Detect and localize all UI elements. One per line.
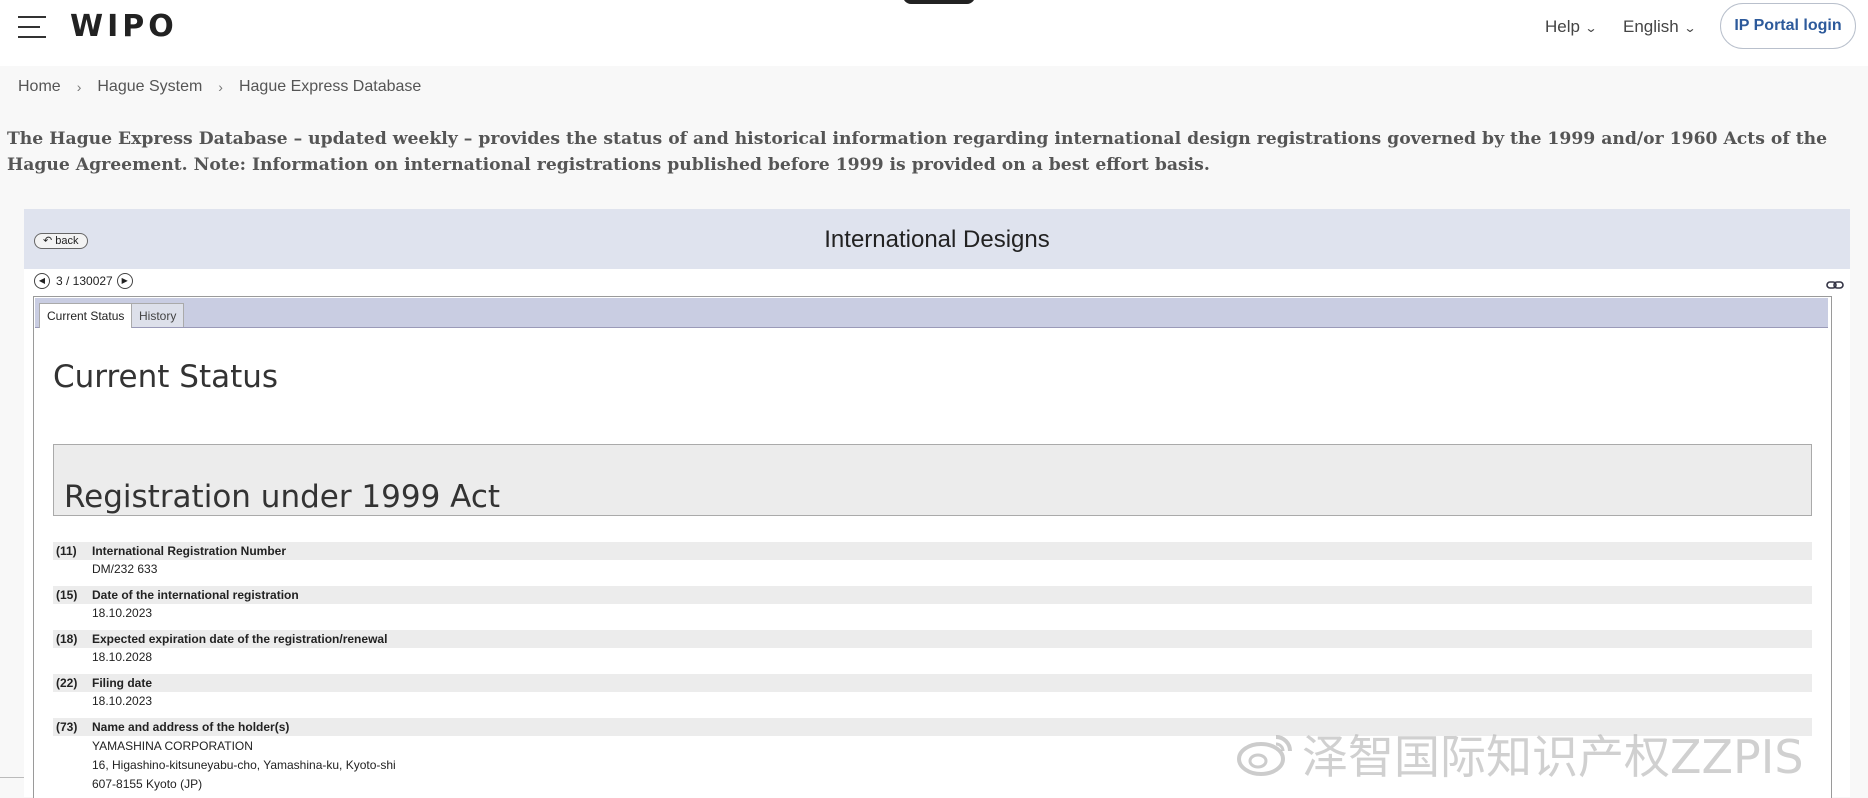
field-label: Name and address of the holder(s) — [92, 720, 290, 734]
field-filing-date: (22) Filing date 18.10.2023 — [53, 674, 1812, 718]
next-arrow-icon[interactable]: ▶ — [116, 273, 133, 289]
camera-notch — [903, 0, 975, 4]
intro-text: The Hague Express Database – updated wee… — [7, 129, 1828, 175]
field-expiration-date: (18) Expected expiration date of the regi… — [53, 630, 1812, 674]
language-dropdown[interactable]: English ⌄ — [1623, 17, 1697, 37]
field-value: 18.10.2023 — [92, 694, 153, 708]
section-heading: Current Status — [53, 359, 279, 395]
field-registration-number: (11) International Registration Number DM… — [53, 542, 1812, 586]
ip-portal-login-button[interactable]: IP Portal login — [1720, 3, 1856, 49]
breadcrumb-hague-system[interactable]: Hague System — [97, 78, 202, 95]
chevron-down-icon: ⌄ — [1683, 21, 1697, 35]
help-dropdown[interactable]: Help ⌄ — [1545, 17, 1598, 37]
holder-city: 607-8155 Kyoto (JP) — [92, 777, 203, 791]
field-value: DM/232 633 — [92, 562, 158, 576]
holder-street: 16, Higashino-kitsuneyabu-cho, Yamashina… — [92, 758, 396, 772]
field-value: 18.10.2028 — [92, 650, 153, 664]
record-pager: ◀ 3 / 130027 ▶ — [34, 273, 133, 291]
tab-history[interactable]: History — [131, 303, 185, 327]
wipo-logo[interactable]: WIPO — [70, 9, 178, 44]
holder-address: YAMASHINA CORPORATION 16, Higashino-kits… — [53, 736, 1812, 794]
divider — [0, 777, 24, 778]
field-code: (15) — [56, 588, 78, 602]
hamburger-icon[interactable] — [18, 16, 46, 38]
panel-title: International Designs — [824, 226, 1050, 253]
language-label: English — [1623, 17, 1679, 36]
chevron-right-icon: › — [76, 79, 82, 95]
tab-current-status[interactable]: Current Status — [39, 303, 133, 328]
chevron-right-icon: › — [218, 79, 223, 95]
breadcrumb-home[interactable]: Home — [18, 78, 61, 95]
field-code: (73) — [56, 720, 78, 734]
breadcrumb: Home › Hague System › Hague Express Database — [18, 78, 421, 96]
field-label: International Registration Number — [92, 544, 287, 558]
field-label: Expected expiration date of the registra… — [92, 632, 388, 646]
help-label: Help — [1545, 17, 1580, 36]
link-icon[interactable] — [1826, 280, 1844, 290]
chevron-down-icon: ⌄ — [1584, 21, 1598, 35]
field-code: (18) — [56, 632, 78, 646]
prev-arrow-icon[interactable]: ◀ — [34, 273, 50, 289]
field-registration-date: (15) Date of the international registrati… — [53, 586, 1812, 630]
field-label: Date of the international registration — [92, 588, 299, 602]
field-label: Filing date — [92, 676, 152, 690]
field-holder: (73) Name and address of the holder(s) YA… — [53, 718, 1812, 794]
record-detail: Current Status History Current Status Re… — [33, 296, 1832, 798]
breadcrumb-current: Hague Express Database — [238, 78, 422, 95]
holder-name: YAMASHINA CORPORATION — [92, 739, 253, 753]
field-list: (11) International Registration Number DM… — [53, 542, 1812, 794]
top-navigation: WIPO Help ⌄ English ⌄ IP Portal login — [0, 0, 1868, 66]
field-code: (22) — [56, 676, 78, 690]
field-value: 18.10.2023 — [92, 606, 153, 620]
act-heading: Registration under 1999 Act — [64, 479, 501, 515]
field-code: (11) — [56, 544, 77, 558]
pager-position: 3 / 130027 — [56, 274, 113, 288]
act-section-box: Registration under 1999 Act — [53, 444, 1812, 516]
tab-strip: Current Status History — [35, 298, 1828, 328]
panel-header: ↶ back International Designs — [24, 209, 1850, 269]
